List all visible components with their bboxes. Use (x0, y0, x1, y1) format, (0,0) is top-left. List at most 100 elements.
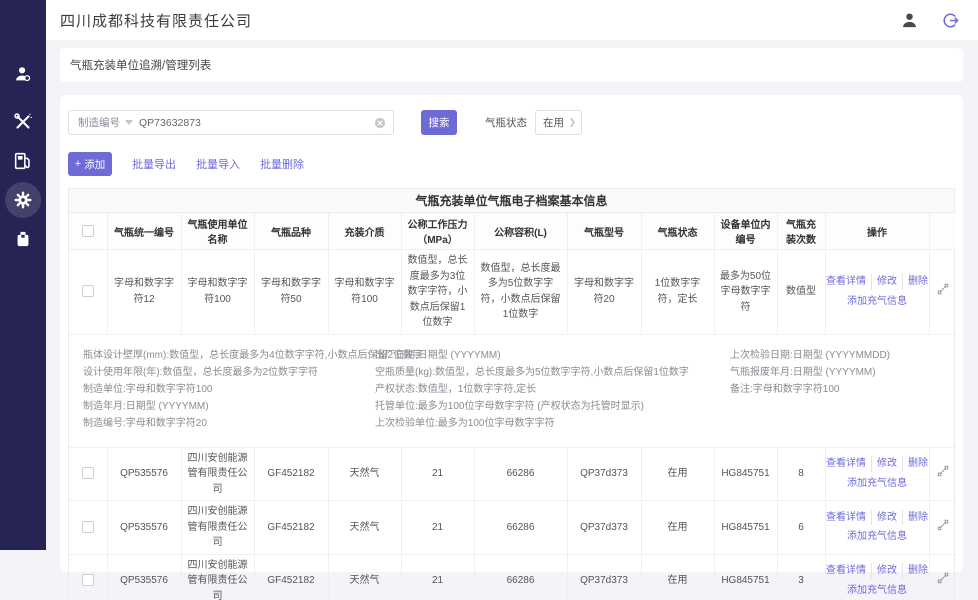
detail-line: 空瓶质量(kg):数值型，总长度最多为5位数字字符,小数点后保留1位数字 (375, 366, 689, 378)
col-cylinder-type: 气瓶品种 (254, 213, 329, 250)
expand-icon[interactable] (937, 283, 949, 298)
add-button[interactable]: + 添加 (68, 152, 112, 176)
row-checkbox[interactable] (81, 520, 94, 533)
delete-link[interactable]: 删除 (902, 563, 933, 579)
col-fill-count: 气瓶充装次数 (777, 213, 826, 250)
detail-line: 托管单位:最多为100位字母数字字符 (产权状态为托管时显示) (375, 400, 644, 412)
search-row: 制造编号 搜索 气瓶状态 在用 ❯ (68, 110, 955, 135)
add-button-label: 添加 (84, 158, 106, 171)
cell-filling-medium: 天然气 (328, 447, 402, 501)
cell-nominal-volume: 数值型，总长度最多为5位数字字符，小数点后保留1位数字 (474, 249, 568, 335)
action-row: + 添加 批量导出 批量导入 批量删除 (68, 152, 955, 176)
add-fill-info-link[interactable]: 添加充气信息 (842, 585, 912, 596)
sidebar-item-tools[interactable] (5, 104, 41, 140)
table-row: QP535576 四川安创能源管有限责任公司 GF452182 天然气 21 6… (69, 500, 956, 555)
user-gear-icon (12, 63, 34, 85)
row-checkbox[interactable] (81, 467, 94, 480)
delete-link[interactable]: 删除 (902, 274, 933, 290)
sidebar-item-bottle[interactable] (5, 221, 41, 257)
cell-working-pressure: 21 (401, 447, 475, 501)
search-field-label: 制造编号 (78, 117, 120, 129)
col-model: 气瓶型号 (567, 213, 642, 250)
chevron-right-icon: ❯ (568, 117, 576, 127)
tools-icon (12, 111, 34, 133)
gear-icon (12, 189, 34, 211)
batch-import-button[interactable]: 批量导入 (196, 156, 240, 172)
cell-status: 在用 (641, 500, 715, 555)
detail-middle-column: 出厂日期:日期型 (YYYYMM) 空瓶质量(kg):数值型，总长度最多为5位数… (375, 347, 730, 432)
col-operations: 操作 (825, 213, 930, 250)
detail-line: 气瓶报废年月:日期型 (YYYYMM) (730, 366, 876, 378)
expand-icon[interactable] (937, 572, 949, 587)
cell-unified-number: QP535576 (107, 554, 182, 600)
cell-unified-number: QP535576 (107, 500, 182, 555)
select-all-checkbox[interactable] (81, 225, 94, 237)
clear-input-icon[interactable] (374, 117, 386, 129)
view-detail-link[interactable]: 查看详情 (821, 274, 871, 290)
cell-fill-count: 3 (777, 554, 826, 600)
search-input[interactable] (139, 116, 374, 129)
search-button[interactable]: 搜索 (421, 110, 457, 135)
cell-fill-count: 数值型 (777, 249, 826, 335)
edit-link[interactable]: 修改 (871, 456, 902, 472)
batch-export-button[interactable]: 批量导出 (132, 156, 176, 172)
expand-icon[interactable] (937, 465, 949, 480)
col-nominal-volume: 公称容积(L) (474, 213, 568, 250)
cell-device-number: 最多为50位字母数字字符 (714, 249, 778, 335)
cell-expand (929, 447, 956, 501)
detail-right-column: 上次检验日期:日期型 (YYYYMMDD) 气瓶报废年月:日期型 (YYYYMM… (730, 347, 952, 432)
cell-nominal-volume: 66286 (474, 554, 568, 600)
view-detail-link[interactable]: 查看详情 (821, 456, 871, 472)
detail-panel: 瓶体设计壁厚(mm):数值型，总长度最多为4位数字字符,小数点后保留2位数字 设… (73, 338, 952, 444)
detail-line: 瓶体设计壁厚(mm):数值型，总长度最多为4位数字字符,小数点后保留2位数字 (83, 349, 423, 361)
add-fill-info-link[interactable]: 添加充气信息 (842, 531, 912, 542)
records-table-wrap: 气瓶充装单位气瓶电子档案基本信息 气瓶统一编号 气瓶使用单位名称 气瓶品种 充装… (68, 188, 956, 600)
view-detail-link[interactable]: 查看详情 (821, 563, 871, 579)
logout-icon[interactable] (941, 11, 960, 30)
cell-operations: 查看详情 修改 删除 添加充气信息 (825, 554, 930, 600)
main-card: 制造编号 搜索 气瓶状态 在用 ❯ (60, 95, 963, 600)
col-filling-medium: 充装介质 (328, 213, 402, 250)
cell-nominal-volume: 66286 (474, 447, 568, 501)
edit-link[interactable]: 修改 (871, 274, 902, 290)
edit-link[interactable]: 修改 (871, 563, 902, 579)
plus-icon: + (74, 158, 82, 170)
cell-cylinder-type: GF452182 (254, 447, 329, 501)
add-fill-info-link[interactable]: 添加充气信息 (842, 296, 912, 307)
cell-device-number: HG845751 (714, 500, 778, 555)
search-group: 制造编号 (68, 110, 394, 135)
cell-cylinder-type: GF452182 (254, 554, 329, 600)
delete-link[interactable]: 删除 (902, 509, 933, 526)
detail-left-column: 瓶体设计壁厚(mm):数值型，总长度最多为4位数字字符,小数点后保留2位数字 设… (83, 347, 423, 432)
detail-line: 制造编号:字母和数字字符20 (83, 417, 207, 429)
sidebar-item-settings[interactable] (5, 182, 41, 218)
cell-filling-medium: 天然气 (328, 500, 402, 555)
topbar-actions (900, 11, 960, 30)
view-detail-link[interactable]: 查看详情 (821, 510, 871, 526)
col-unified-number: 气瓶统一编号 (107, 213, 182, 250)
bottle-icon (13, 229, 33, 249)
sidebar-item-user-manage[interactable] (5, 56, 41, 92)
status-select-value: 在用 (543, 117, 564, 129)
row-checkbox[interactable] (81, 574, 94, 587)
edit-link[interactable]: 修改 (871, 509, 902, 526)
sidebar-item-fuel-station[interactable] (5, 143, 41, 179)
user-account-icon[interactable] (900, 11, 919, 30)
sidebar (0, 0, 46, 550)
cell-operations: 查看详情 修改 删除 添加充气信息 (825, 500, 930, 555)
cell-unified-number: QP535576 (107, 447, 182, 501)
row-checkbox[interactable] (81, 285, 94, 298)
col-working-pressure: 公称工作压力（MPa） (401, 213, 475, 250)
expand-icon[interactable] (937, 519, 949, 534)
cell-status: 在用 (641, 554, 715, 600)
cell-status: 在用 (641, 447, 715, 501)
batch-delete-button[interactable]: 批量删除 (260, 156, 304, 172)
status-select[interactable]: 在用 ❯ (535, 110, 582, 135)
search-field-selector[interactable]: 制造编号 (69, 115, 139, 130)
cell-using-unit: 字母和数字字符100 (181, 249, 255, 335)
cell-using-unit: 四川安创能源管有限责任公司 (181, 554, 255, 600)
chevron-down-icon (125, 120, 133, 125)
add-fill-info-link[interactable]: 添加充气信息 (842, 478, 912, 489)
delete-link[interactable]: 删除 (902, 456, 933, 472)
cell-filling-medium: 字母和数字字符100 (328, 249, 402, 335)
